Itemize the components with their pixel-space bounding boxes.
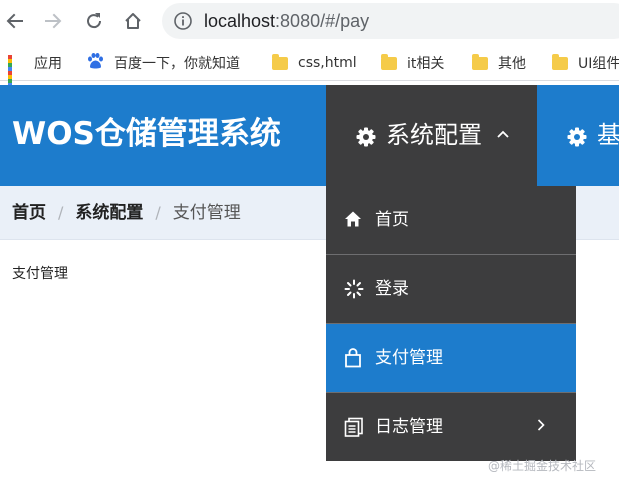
shopping-bag-icon — [345, 348, 361, 368]
bookmark-folder-it[interactable]: it相关 — [381, 53, 444, 73]
baidu-paw-icon — [86, 52, 104, 74]
bookmark-folder-other[interactable]: 其他 — [472, 53, 526, 73]
breadcrumb-separator: / — [155, 203, 161, 222]
breadcrumb: 首页 / 系统配置 / 支付管理 — [12, 202, 241, 224]
system-config-dropdown: 首页 登录 支付管理 日志管理 — [326, 186, 576, 461]
folder-icon — [272, 53, 288, 70]
app-logo[interactable]: WOS仓储管理系统 — [12, 112, 281, 156]
dropdown-item-payment[interactable]: 支付管理 — [326, 324, 576, 392]
bookmark-label: 其他 — [498, 56, 526, 72]
dropdown-item-label: 首页 — [375, 210, 409, 230]
home-button[interactable] — [118, 7, 148, 35]
bookmark-folder-css-html[interactable]: css,html — [272, 53, 357, 73]
folder-icon — [472, 53, 488, 70]
reload-icon — [87, 13, 102, 29]
arrow-right-icon — [45, 13, 62, 29]
dropdown-item-label: 支付管理 — [375, 348, 443, 368]
dropdown-item-label: 登录 — [375, 279, 409, 299]
home-icon — [345, 211, 361, 227]
bookmark-label: UI组件 — [578, 56, 619, 72]
reload-button[interactable] — [79, 7, 109, 35]
dropdown-item-home[interactable]: 首页 — [326, 186, 576, 254]
breadcrumb-separator: / — [58, 203, 64, 222]
breadcrumb-current: 支付管理 — [172, 203, 241, 223]
gear-icon — [356, 127, 376, 147]
dropdown-item-login[interactable]: 登录 — [326, 255, 576, 323]
nav-basic[interactable]: 基础 — [537, 85, 619, 186]
url-host: localhost — [204, 11, 276, 31]
chevron-up-icon — [497, 130, 509, 138]
info-icon[interactable] — [174, 12, 192, 30]
home-outline-icon — [125, 13, 141, 29]
back-button[interactable] — [0, 7, 30, 35]
bookmark-label: 应用 — [34, 56, 62, 72]
app-header: WOS仓储管理系统 系统配置 基 — [0, 85, 619, 186]
forward-button[interactable] — [38, 7, 68, 35]
dropdown-item-logs[interactable]: 日志管理 — [326, 393, 576, 461]
bookmark-baidu[interactable]: 百度一下，你就知道 — [86, 53, 240, 73]
bookmark-label: it相关 — [407, 56, 445, 72]
url-text[interactable]: localhost:8080/#/pay — [204, 10, 369, 32]
gear-icon — [567, 127, 587, 147]
breadcrumb-system-config[interactable]: 系统配置 — [75, 202, 143, 224]
apps-grid-icon — [8, 55, 24, 91]
chevron-right-icon — [537, 419, 545, 431]
bookmark-label: css,html — [298, 55, 357, 71]
bookmark-label: 百度一下，你就知道 — [114, 56, 240, 72]
arrow-left-icon — [6, 13, 23, 29]
bookmark-folder-ui[interactable]: UI组件 — [552, 53, 619, 73]
browser-toolbar: localhost:8080/#/pay — [0, 0, 619, 44]
documents-icon — [344, 417, 363, 437]
address-bar[interactable]: localhost:8080/#/pay — [162, 3, 619, 39]
nav-label: 基础 — [597, 121, 619, 149]
folder-icon — [381, 53, 397, 70]
dropdown-item-label: 日志管理 — [375, 417, 443, 437]
nav-label: 系统配置 — [386, 121, 482, 149]
bookmarks-bar: 应用 百度一下，你就知道 css,html it相关 其他 UI组件 — [0, 44, 619, 91]
loading-spinner-icon — [344, 279, 364, 299]
bookmark-apps[interactable]: 应用 — [8, 53, 62, 91]
watermark: @稀土掘金技术社区 — [488, 459, 597, 473]
url-path: :8080/#/pay — [275, 11, 370, 31]
breadcrumb-home[interactable]: 首页 — [12, 202, 46, 224]
page-content-text: 支付管理 — [12, 266, 68, 282]
folder-icon — [552, 53, 568, 70]
nav-system-config[interactable]: 系统配置 — [326, 85, 537, 186]
